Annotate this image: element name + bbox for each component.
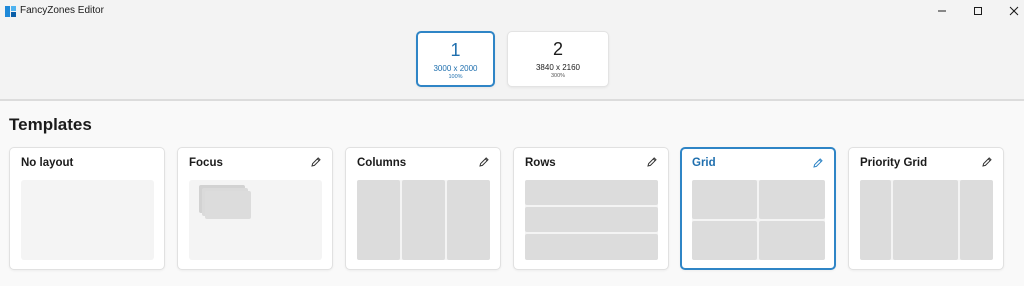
zone <box>447 180 490 260</box>
zone <box>357 180 400 260</box>
layout-preview <box>525 180 658 260</box>
close-button[interactable] <box>996 0 1024 22</box>
template-card-rows[interactable]: Rows <box>513 147 669 270</box>
templates-section: Templates No layout Focus Columns Rows G… <box>0 101 1024 286</box>
zone <box>692 221 757 260</box>
template-card-focus[interactable]: Focus <box>177 147 333 270</box>
monitor-card-2[interactable]: 2 3840 x 2160 300% <box>507 31 609 87</box>
layout-preview <box>189 180 322 260</box>
template-name: No layout <box>21 157 74 169</box>
layout-preview <box>21 180 154 260</box>
edit-pencil-icon[interactable] <box>310 156 322 168</box>
template-name: Grid <box>692 157 716 169</box>
template-card-grid[interactable]: Grid <box>680 147 836 270</box>
zone <box>893 180 958 260</box>
zone <box>860 180 891 260</box>
template-card-columns[interactable]: Columns <box>345 147 501 270</box>
layout-preview <box>357 180 490 260</box>
edit-pencil-icon[interactable] <box>812 157 824 169</box>
monitor-resolution: 3840 x 2160 <box>535 63 581 72</box>
zone <box>960 180 993 260</box>
zone <box>525 207 658 232</box>
monitor-scale: 100% <box>448 74 463 80</box>
template-name: Rows <box>525 157 556 169</box>
template-name: Priority Grid <box>860 157 928 169</box>
monitor-number: 2 <box>552 39 563 59</box>
zone <box>525 234 658 260</box>
zone <box>759 180 825 219</box>
zone <box>205 191 251 219</box>
layout-preview <box>860 180 993 260</box>
template-card-priority-grid[interactable]: Priority Grid <box>848 147 1004 270</box>
fancyzones-app-icon <box>5 6 16 17</box>
window-title: FancyZones Editor <box>20 5 104 16</box>
monitor-selector: 1 3000 x 2000 100% 2 3840 x 2160 300% <box>0 24 1024 100</box>
monitor-card-1[interactable]: 1 3000 x 2000 100% <box>416 31 495 87</box>
minimize-button[interactable] <box>924 0 960 22</box>
edit-pencil-icon[interactable] <box>981 156 993 168</box>
zone <box>759 221 825 260</box>
maximize-button[interactable] <box>960 0 996 22</box>
template-card-no-layout[interactable]: No layout <box>9 147 165 270</box>
monitor-number: 1 <box>450 40 461 60</box>
zone <box>525 180 658 205</box>
minimize-icon <box>938 10 946 12</box>
maximize-icon <box>974 7 982 15</box>
templates-heading: Templates <box>9 115 92 134</box>
template-name: Focus <box>189 157 223 169</box>
zone <box>692 180 757 219</box>
monitor-resolution: 3000 x 2000 <box>433 64 478 73</box>
zone <box>402 180 445 260</box>
edit-pencil-icon[interactable] <box>478 156 490 168</box>
layout-preview <box>692 180 825 260</box>
edit-pencil-icon[interactable] <box>646 156 658 168</box>
title-bar: FancyZones Editor <box>0 0 1024 24</box>
template-name: Columns <box>357 157 407 169</box>
monitor-scale: 300% <box>550 73 566 79</box>
close-icon <box>1009 6 1019 16</box>
